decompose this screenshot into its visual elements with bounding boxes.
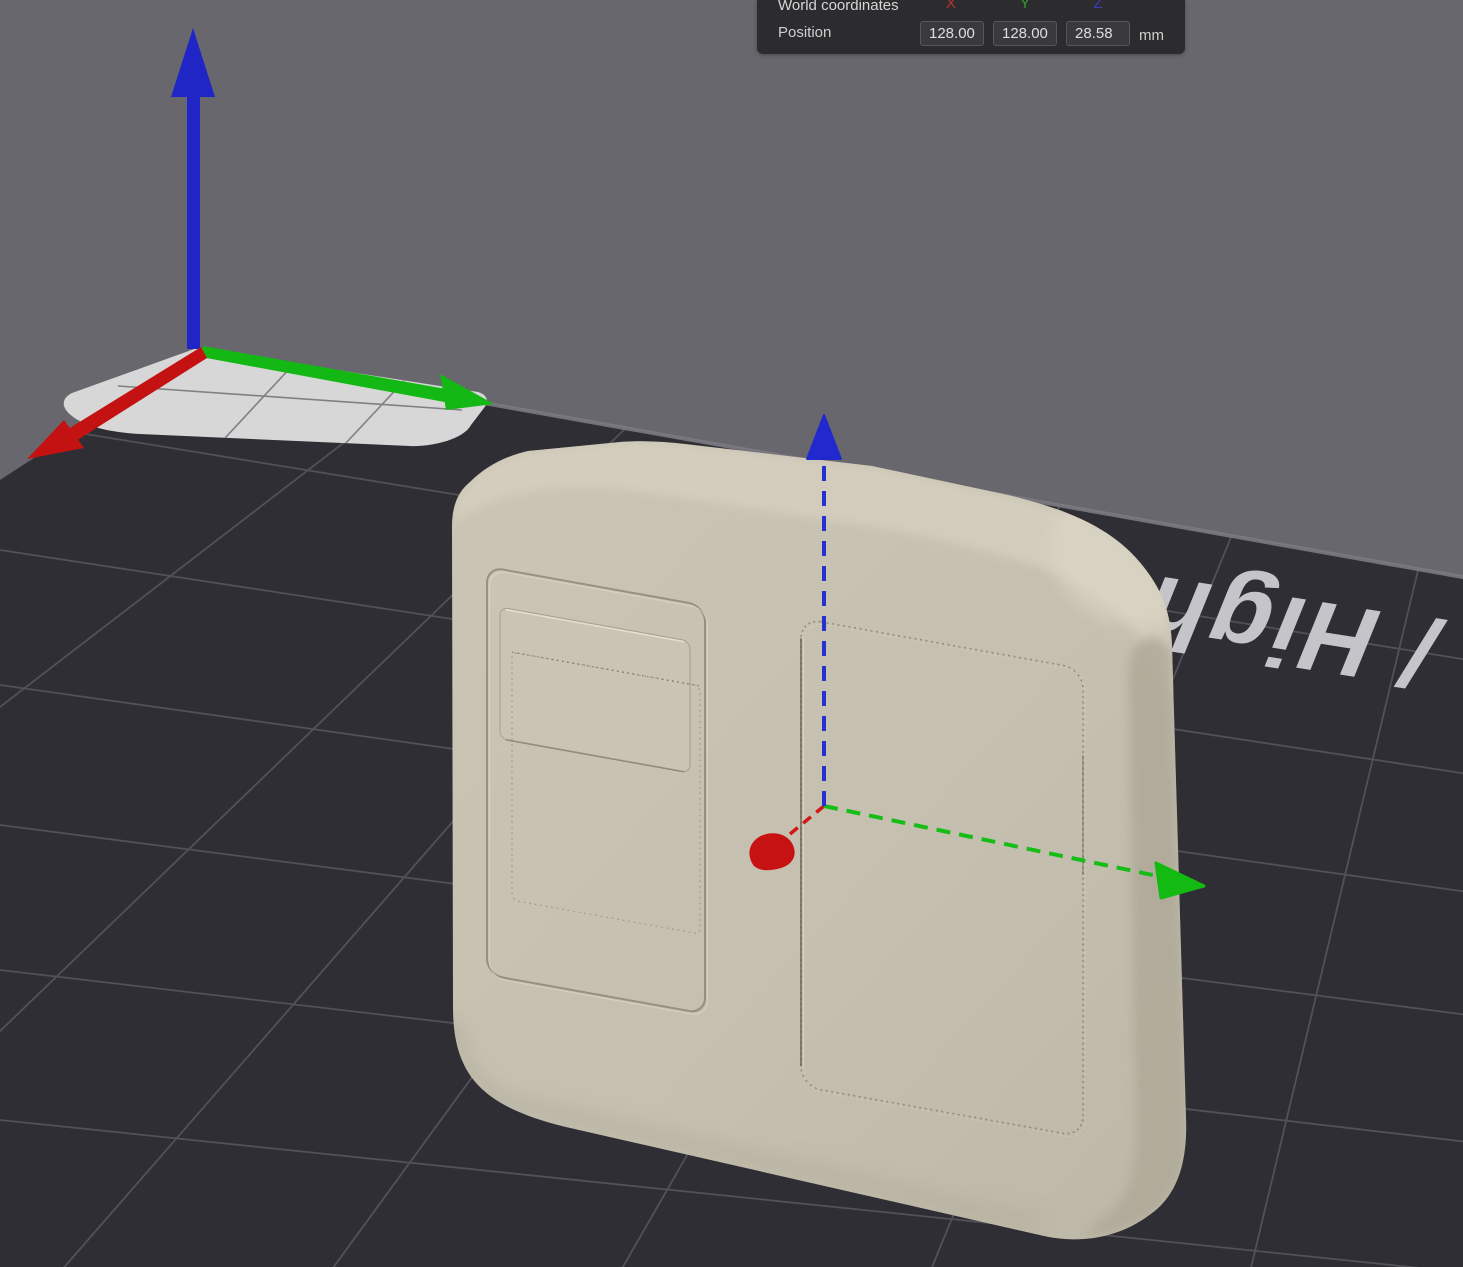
axis-header-x: X xyxy=(945,0,957,12)
viewport-3d[interactable]: / High xyxy=(0,0,1463,1267)
position-z-input[interactable] xyxy=(1066,21,1130,46)
coordinates-panel-title: World coordinates xyxy=(778,0,899,14)
axis-header-y: Y xyxy=(1019,0,1031,12)
app-window: / High World coordinates X Y Z Position … xyxy=(0,0,1463,1267)
position-x-input[interactable] xyxy=(920,21,984,46)
position-row-label: Position xyxy=(778,24,832,41)
unit-label: mm xyxy=(1139,27,1164,44)
axis-header-z: Z xyxy=(1093,0,1103,12)
position-y-input[interactable] xyxy=(993,21,1057,46)
model-object[interactable] xyxy=(452,441,1213,1240)
coordinates-panel: World coordinates X Y Z Position mm xyxy=(757,0,1185,54)
